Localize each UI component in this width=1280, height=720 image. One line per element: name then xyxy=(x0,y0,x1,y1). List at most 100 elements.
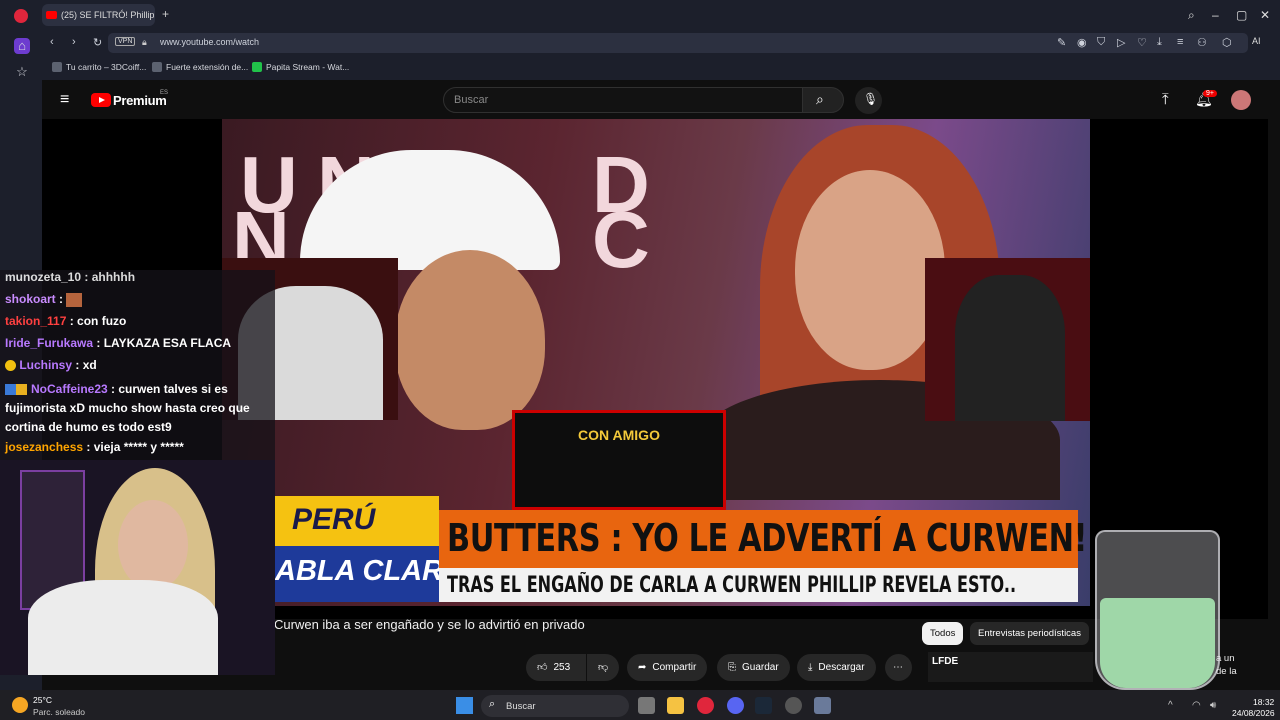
menu-icon[interactable]: ≡ xyxy=(1177,36,1183,48)
recommended-channel-label: LFDE xyxy=(932,656,959,667)
microphone-icon: 🎙︎ xyxy=(863,92,879,106)
hamburger-menu-icon[interactable]: ≡ xyxy=(60,91,69,109)
notification-badge: 9+ xyxy=(1203,90,1217,97)
steam-icon[interactable] xyxy=(755,697,772,714)
forward-icon[interactable]: › xyxy=(72,36,76,48)
back-icon[interactable]: ‹ xyxy=(50,36,54,48)
chat-text: LAYKAZA ESA FLACA xyxy=(103,336,232,350)
camera-icon[interactable]: ◉ xyxy=(1077,36,1087,49)
more-actions-button[interactable]: ⋯ xyxy=(885,654,912,681)
weather-temp[interactable]: 25°C xyxy=(33,695,52,705)
chat-message: takion_117 : con fuzo xyxy=(5,314,127,328)
chat-message: Luchinsy : xd xyxy=(5,358,97,372)
obs-icon[interactable] xyxy=(785,697,802,714)
close-icon[interactable]: ✕ xyxy=(1260,8,1270,22)
file-explorer-icon[interactable] xyxy=(667,697,684,714)
url-text[interactable]: www.youtube.com/watch xyxy=(160,37,259,47)
volume-icon[interactable]: 🔊︎ xyxy=(1210,700,1216,711)
ai-button[interactable]: AI xyxy=(1252,36,1261,46)
thumbs-up-icon: 👍︎ xyxy=(537,662,548,673)
discord-icon[interactable] xyxy=(727,697,744,714)
dislike-button[interactable]: 👎︎ xyxy=(587,654,619,681)
ai-label: AI xyxy=(1252,36,1261,46)
bookmark-label: Papita Stream - Wat... xyxy=(266,62,350,72)
bookmark-label: Fuerte extensión de... xyxy=(166,62,249,72)
chat-message: NoCaffeine23 : curwen talves si es fujim… xyxy=(5,382,250,434)
clock-time[interactable]: 18:32 xyxy=(1253,697,1274,707)
task-view-icon[interactable] xyxy=(638,697,655,714)
windows-start-icon[interactable] xyxy=(456,697,473,714)
extensions-icon[interactable]: ⬡ xyxy=(1222,36,1232,49)
tray-arrow-icon[interactable]: ^ xyxy=(1168,700,1173,711)
upload-icon[interactable]: ⤒ xyxy=(1162,91,1169,108)
inset-screen xyxy=(512,410,726,510)
search-input[interactable] xyxy=(443,87,803,113)
bookmark-favicon-icon xyxy=(252,62,262,72)
vpn-badge[interactable]: VPN xyxy=(115,37,136,46)
shield-icon[interactable]: ⛉ xyxy=(1097,36,1105,49)
youtube-logo-icon[interactable] xyxy=(91,93,111,107)
avatar[interactable] xyxy=(1231,90,1251,110)
chat-username: Iride_Furukawa xyxy=(5,336,94,350)
chat-username: Luchinsy xyxy=(19,358,73,372)
search-placeholder: Buscar xyxy=(454,94,489,106)
new-tab-icon[interactable]: + xyxy=(162,7,169,21)
more-icon: ⋯ xyxy=(893,662,903,673)
voice-search-button[interactable]: 🎙︎ xyxy=(855,87,882,114)
recommended-title[interactable]: a un de la xyxy=(1216,652,1244,678)
reload-icon[interactable]: ↻ xyxy=(93,36,102,49)
browser-tab[interactable]: (25) SE FILTRÓ! Phillip xyxy=(42,4,155,26)
peru-tag: PERÚ xyxy=(292,503,376,536)
search-icon: ⌕ xyxy=(489,698,496,710)
search-tabs-icon[interactable]: ⌕ xyxy=(1188,8,1195,23)
like-count: 253 xyxy=(553,662,571,673)
chat-message: shokoart : xyxy=(5,292,83,307)
chat-text: ahhhhh xyxy=(91,270,136,284)
heart-icon[interactable]: ♡ xyxy=(1137,36,1147,49)
bookmark-item[interactable]: Fuerte extensión de... xyxy=(152,62,248,72)
chat-username: munozeta_10 xyxy=(5,270,82,284)
play-icon[interactable]: ▷ xyxy=(1117,36,1125,49)
opera-logo-icon[interactable] xyxy=(14,9,28,23)
minimize-icon[interactable]: – xyxy=(1212,8,1219,22)
opera-taskbar-icon[interactable] xyxy=(697,697,714,714)
video-title: Curwen iba a ser engañado y se lo advirt… xyxy=(274,617,585,632)
badge-icon xyxy=(5,360,16,372)
streamer-shirt-image xyxy=(28,580,218,675)
bookmark-item[interactable]: Tu carrito – 3DCoiff... xyxy=(52,62,146,72)
badge-icon xyxy=(5,384,16,396)
chat-text: xd xyxy=(82,358,97,372)
maximize-icon[interactable]: ▢ xyxy=(1236,8,1247,22)
star-icon[interactable]: ☆ xyxy=(14,64,30,80)
share-button[interactable]: ➦ Compartir xyxy=(627,654,708,681)
weather-icon[interactable] xyxy=(12,697,28,713)
youtube-premium-logo[interactable]: Premium xyxy=(113,93,167,108)
search-button[interactable]: ⌕ xyxy=(802,87,844,113)
chip-todos[interactable]: Todos xyxy=(922,622,964,645)
profile-icon[interactable]: ⚇ xyxy=(1197,36,1207,49)
taskbar-search[interactable] xyxy=(481,695,629,717)
home-icon[interactable]: ⌂ xyxy=(14,38,30,54)
region-label: ES xyxy=(160,90,169,96)
settings-icon[interactable] xyxy=(814,697,831,714)
recommended-video-thumbnail[interactable]: LFDE xyxy=(928,652,1093,682)
like-button[interactable]: 👍︎ 253 xyxy=(526,654,586,681)
thumbs-down-icon: 👎︎ xyxy=(598,662,609,673)
share-label: Compartir xyxy=(652,662,697,673)
chat-text: con fuzo xyxy=(77,314,127,328)
chip-label: Todos xyxy=(930,628,956,639)
download-button[interactable]: ⤓ Descargar xyxy=(797,654,876,681)
lock-icon[interactable]: 🔒︎ xyxy=(142,37,147,48)
clock-date[interactable]: 24/08/2026 xyxy=(1232,708,1275,718)
download-icon[interactable]: ⤓ xyxy=(1157,36,1162,49)
inset-person-image xyxy=(955,275,1065,421)
habla-tag: ABLA CLARO xyxy=(275,555,466,587)
chip-entrevistas[interactable]: Entrevistas periodísticas xyxy=(970,622,1089,645)
edit-icon[interactable]: ✎ xyxy=(1057,36,1066,49)
wifi-icon[interactable]: ◠ xyxy=(1192,700,1201,711)
bookmark-item[interactable]: Papita Stream - Wat... xyxy=(252,62,349,72)
bookmark-favicon-icon xyxy=(152,62,162,72)
weather-desc[interactable]: Parc. soleado xyxy=(33,707,85,717)
save-button[interactable]: ⎘ Guardar xyxy=(717,654,790,681)
chat-message: josezanchess : vieja ***** y ***** xyxy=(5,440,184,454)
